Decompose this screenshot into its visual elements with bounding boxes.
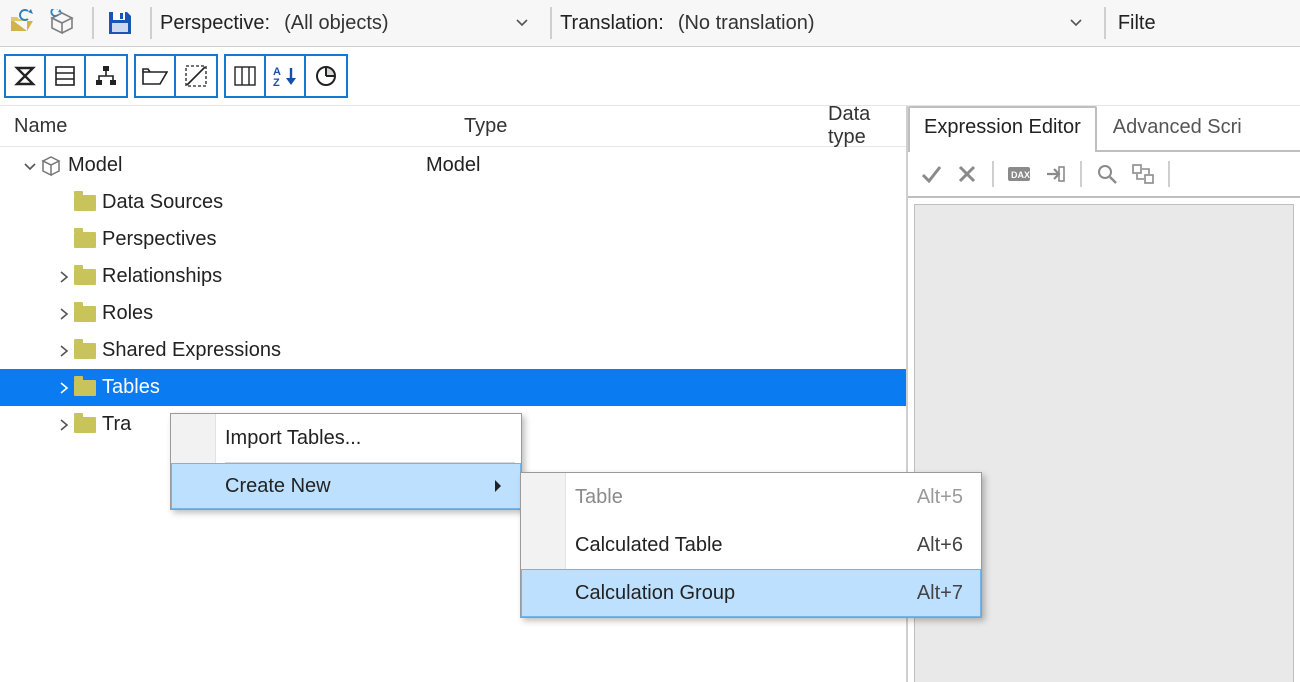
perspective-label: Perspective: [160, 12, 270, 35]
folder-icon [72, 195, 98, 211]
tree-row-shared-expressions[interactable]: Shared Expressions [0, 332, 906, 369]
measures-filter-button[interactable] [6, 56, 46, 96]
expression-toolbar: DAX [908, 152, 1300, 198]
translation-value: (No translation) [678, 12, 1062, 35]
menu-label: Create New [225, 475, 331, 498]
expand-icon[interactable] [56, 419, 72, 431]
tree-label: Shared Expressions [98, 339, 281, 362]
menu-shortcut: Alt+5 [877, 486, 963, 509]
expand-icon[interactable] [56, 308, 72, 320]
list-view-button[interactable] [46, 56, 86, 96]
context-menu: Import Tables... Create New [170, 413, 522, 510]
perspective-value: (All objects) [284, 12, 508, 35]
context-submenu-create-new: Table Alt+5 Calculated Table Alt+6 Calcu… [520, 472, 982, 618]
hidden-objects-button[interactable] [176, 56, 216, 96]
tree-row-perspectives[interactable]: Perspectives [0, 221, 906, 258]
save-button[interactable] [102, 5, 138, 41]
partitions-button[interactable] [306, 56, 346, 96]
svg-text:Z: Z [273, 77, 280, 87]
column-name[interactable]: Name [0, 115, 450, 138]
menu-label: Table [575, 486, 623, 509]
tab-advanced-scripting[interactable]: Advanced Scri [1097, 106, 1258, 152]
view-group-1 [4, 54, 128, 98]
tree-row-model[interactable]: Model Model [0, 147, 906, 184]
hierarchy-view-button[interactable] [86, 56, 126, 96]
tree-label: Tra [98, 413, 131, 436]
expand-icon[interactable] [56, 345, 72, 357]
menu-label: Calculation Group [575, 582, 735, 605]
svg-text:DAX: DAX [1011, 170, 1030, 180]
tree-label: Model [64, 154, 122, 177]
folder-icon [72, 380, 98, 396]
tree-row-relationships[interactable]: Relationships [0, 258, 906, 295]
chevron-down-icon [1070, 19, 1082, 27]
view-group-3: AZ [224, 54, 348, 98]
menu-shortcut: Alt+6 [877, 534, 963, 557]
dax-format-icon[interactable]: DAX [1006, 161, 1032, 187]
search-icon[interactable] [1094, 161, 1120, 187]
cancel-icon[interactable] [954, 161, 980, 187]
tree-label: Roles [98, 302, 153, 325]
find-replace-icon[interactable] [1130, 161, 1156, 187]
right-tabs: Expression Editor Advanced Scri [908, 106, 1300, 152]
tree-label: Perspectives [98, 228, 217, 251]
tree-type: Model [426, 154, 766, 177]
open-model-button[interactable] [4, 5, 40, 41]
sort-button[interactable]: AZ [266, 56, 306, 96]
model-tree-panel: Name Type Data type Model Model Data Sou… [0, 106, 908, 682]
folder-icon [72, 269, 98, 285]
translation-label: Translation: [560, 12, 664, 35]
tree-row-roles[interactable]: Roles [0, 295, 906, 332]
chevron-down-icon [516, 19, 528, 27]
folder-icon [72, 417, 98, 433]
tree-row-tables[interactable]: Tables [0, 369, 906, 406]
deploy-button[interactable] [44, 5, 80, 41]
perspective-combo[interactable]: (All objects) [276, 5, 536, 41]
view-group-2 [134, 54, 218, 98]
folder-icon [72, 232, 98, 248]
tree-label: Relationships [98, 265, 222, 288]
submenu-calculation-group[interactable]: Calculation Group Alt+7 [521, 569, 981, 617]
tab-expression-editor[interactable]: Expression Editor [908, 106, 1097, 152]
menu-label: Import Tables... [225, 427, 361, 450]
cube-icon [38, 155, 64, 177]
folder-icon [72, 306, 98, 322]
expand-icon[interactable] [56, 382, 72, 394]
submenu-arrow-icon [461, 479, 503, 493]
column-datatype[interactable]: Data type [814, 103, 906, 149]
submenu-table: Table Alt+5 [521, 473, 981, 521]
menu-label: Calculated Table [575, 534, 723, 557]
menu-shortcut: Alt+7 [877, 582, 963, 605]
tree-header: Name Type Data type [0, 106, 906, 147]
main-toolbar: Perspective: (All objects) Translation: … [0, 0, 1300, 47]
goto-definition-icon[interactable] [1042, 161, 1068, 187]
tree-label: Tables [98, 376, 160, 399]
display-folders-button[interactable] [136, 56, 176, 96]
column-type[interactable]: Type [450, 115, 814, 138]
collapse-icon[interactable] [22, 160, 38, 172]
tree-label: Data Sources [98, 191, 223, 214]
menu-create-new[interactable]: Create New [171, 463, 521, 509]
folder-icon [72, 343, 98, 359]
tree-row-data-sources[interactable]: Data Sources [0, 184, 906, 221]
columns-button[interactable] [226, 56, 266, 96]
menu-import-tables[interactable]: Import Tables... [171, 414, 521, 462]
accept-icon[interactable] [918, 161, 944, 187]
submenu-calculated-table[interactable]: Calculated Table Alt+6 [521, 521, 981, 569]
expand-icon[interactable] [56, 271, 72, 283]
view-toolbar: AZ [0, 47, 1300, 106]
filter-label: Filte [1114, 12, 1156, 35]
translation-combo[interactable]: (No translation) [670, 5, 1090, 41]
